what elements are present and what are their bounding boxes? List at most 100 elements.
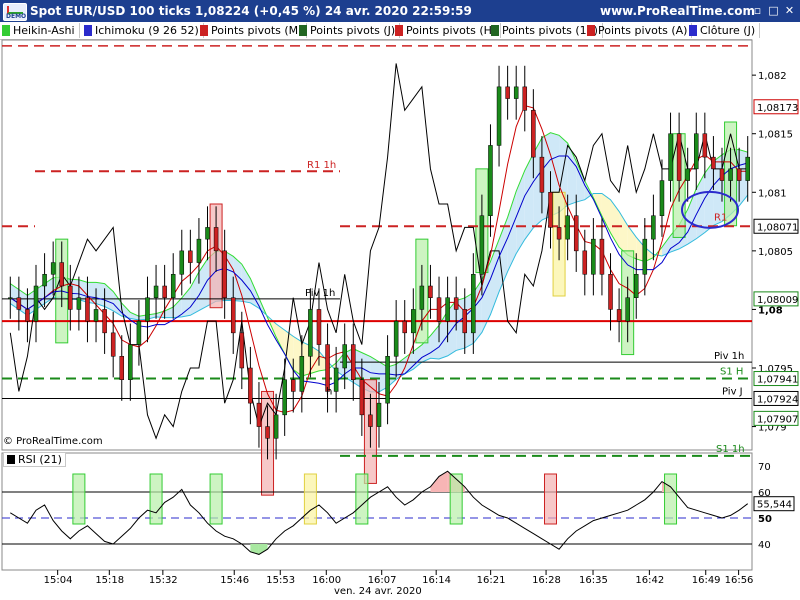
candle-body xyxy=(222,250,227,298)
candle-body xyxy=(436,297,442,322)
rsi-highlight-box xyxy=(664,473,678,525)
rsi-legend[interactable]: RSI (21) xyxy=(3,452,66,467)
price-axis-label: 1,08 xyxy=(758,305,783,316)
time-axis-label: 16:21 xyxy=(477,575,506,586)
time-axis-label: 15:53 xyxy=(266,575,295,586)
candle-body xyxy=(42,274,47,287)
candle-body xyxy=(145,297,150,322)
candle-body xyxy=(505,86,510,99)
candle-body xyxy=(119,356,125,380)
candle-body xyxy=(556,227,562,240)
candle-body xyxy=(153,285,159,298)
candle-body xyxy=(316,309,322,345)
candle-body xyxy=(582,250,588,275)
candle-body xyxy=(402,320,407,334)
candle-body xyxy=(591,238,596,275)
candle-body xyxy=(453,297,459,310)
rsi-highlight-box xyxy=(209,473,223,525)
candle-body xyxy=(393,320,399,357)
candle-body xyxy=(719,168,725,181)
candle-body xyxy=(239,332,245,369)
candle-body xyxy=(59,262,64,287)
candle-body xyxy=(25,309,30,322)
kumo-cloud-segment xyxy=(96,282,105,307)
candle-body xyxy=(728,168,733,181)
candle-body xyxy=(196,238,202,263)
candle-body xyxy=(170,274,176,298)
price-level-label: 1,07941 xyxy=(757,375,798,386)
candle-body xyxy=(299,356,305,392)
candle-body xyxy=(376,402,382,427)
candle-body xyxy=(651,215,656,240)
label-s1-h: S1 H xyxy=(720,367,743,378)
candle-body xyxy=(676,133,682,181)
candle-body xyxy=(573,215,579,252)
candle-body xyxy=(599,238,605,275)
candle-body xyxy=(256,402,262,427)
candle-body xyxy=(8,297,13,299)
candle-body xyxy=(668,133,673,181)
candle-body xyxy=(488,145,493,216)
candle-body xyxy=(736,168,742,181)
label-piv-j: Piv J xyxy=(722,386,743,397)
candle-body xyxy=(93,309,99,322)
label-piv-1h-right: Piv 1h xyxy=(714,351,744,362)
candle-body xyxy=(616,309,622,322)
label-r1: R1 xyxy=(714,212,727,223)
candle-body xyxy=(685,168,690,181)
price-level-label: 1,08009 xyxy=(757,295,798,306)
candle-body xyxy=(745,156,750,181)
time-axis-label: 15:32 xyxy=(149,575,178,586)
price-level-label: 1,08173 xyxy=(757,103,798,114)
time-axis-label: 16:42 xyxy=(635,575,664,586)
price-level-label: 1,07924 xyxy=(757,394,798,405)
date-label: ven. 24 avr. 2020 xyxy=(334,586,422,597)
candle-body xyxy=(385,356,390,404)
candle-body xyxy=(291,379,296,392)
candle-body xyxy=(85,297,90,322)
time-axis-label: 16:49 xyxy=(692,575,721,586)
candle-body xyxy=(702,133,708,158)
time-axis-label: 16:28 xyxy=(532,575,561,586)
candle-body xyxy=(565,215,570,240)
candle-body xyxy=(711,156,716,170)
candle-body xyxy=(548,192,553,228)
candle-body xyxy=(342,344,347,369)
candle-body xyxy=(76,297,82,310)
candle-body xyxy=(694,133,699,170)
candle-body xyxy=(642,238,648,275)
candle-body xyxy=(539,156,545,193)
candle-body xyxy=(102,309,107,334)
time-axis-label: 16:56 xyxy=(725,575,754,586)
price-level-label: 1,08071 xyxy=(757,222,798,233)
candle-body xyxy=(188,250,193,263)
candle-body xyxy=(248,367,253,404)
candle-body xyxy=(162,285,167,298)
rsi-color-swatch xyxy=(7,455,15,464)
candle-body xyxy=(462,309,467,334)
rsi-axis-label: 70 xyxy=(758,462,771,473)
rsi-highlight-box xyxy=(72,473,86,525)
price-axis-label: 1,0805 xyxy=(758,247,793,258)
candle-body xyxy=(213,227,219,252)
price-axis-label: 1,082 xyxy=(758,71,787,82)
candle-body xyxy=(513,86,519,99)
candle-body xyxy=(333,367,339,392)
time-axis-label: 15:18 xyxy=(95,575,124,586)
candle-body xyxy=(230,297,236,334)
candle-body xyxy=(496,86,502,146)
time-axis-label: 16:35 xyxy=(579,575,608,586)
candle-body xyxy=(265,426,270,439)
chart-canvas[interactable]: R1 1h R1 Piv 1h Piv 1h S1 H Piv J S1 1h h 1,082 1… xyxy=(0,0,800,600)
time-axis-label: 15:46 xyxy=(220,575,249,586)
candle-body xyxy=(625,297,630,322)
candle-body xyxy=(659,180,665,216)
candle-body xyxy=(359,379,365,416)
candle-body xyxy=(531,110,536,158)
candle-body xyxy=(282,379,287,416)
price-level-label: 1,07907 xyxy=(757,414,798,425)
rsi-highlight-box xyxy=(543,473,557,525)
candle-body xyxy=(479,215,485,275)
candle-body xyxy=(179,250,185,275)
candle-body xyxy=(419,285,425,310)
